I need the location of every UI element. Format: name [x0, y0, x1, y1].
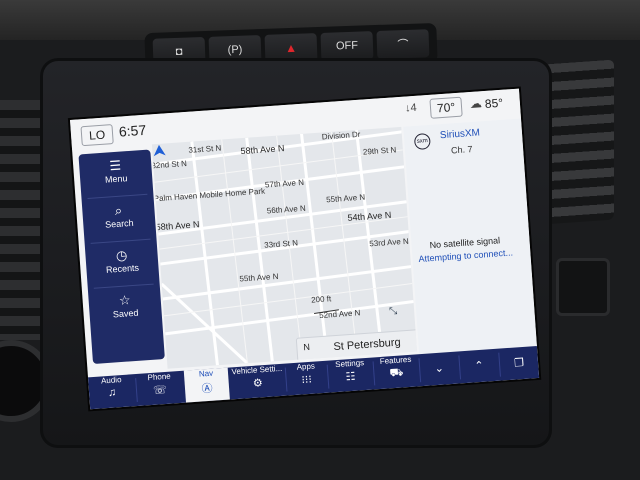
- infotainment-screen: LO 6:57 ↓4 70° ☁ 85° 31st St N 32nd St N…: [70, 88, 540, 410]
- weather-icon: ☁: [469, 96, 483, 112]
- chevron-up-button[interactable]: ⌃: [459, 349, 499, 384]
- navigation-map[interactable]: 31st St N 32nd St N 58th Ave N Division …: [151, 126, 417, 369]
- nav-phone[interactable]: Phone ☏: [136, 371, 184, 406]
- nav-icon: Ⓐ: [201, 382, 214, 396]
- recents-button[interactable]: ◷ Recents: [85, 239, 160, 288]
- phone-icon: ☏: [152, 383, 168, 397]
- traction-off-icon[interactable]: OFF: [320, 31, 374, 61]
- vehicle-settings-icon: ⚙: [252, 377, 264, 390]
- left-air-vent: [0, 100, 42, 340]
- features-icon: ⛟: [389, 366, 404, 380]
- current-city: St Petersburg: [333, 336, 402, 354]
- nav-apps[interactable]: Apps ⁝⁝⁝: [286, 361, 328, 396]
- channel-number: Ch. 7: [450, 144, 473, 156]
- right-air-vent: [544, 59, 614, 225]
- audio-panel[interactable]: sxm SiriusXM Ch. 7 No satellite signal A…: [403, 118, 538, 357]
- nav-settings[interactable]: Settings ☷: [327, 358, 373, 393]
- nav-audio[interactable]: Audio ♫: [88, 374, 136, 409]
- temp-setting-button[interactable]: 70°: [429, 96, 463, 119]
- search-button[interactable]: ⌕ Search: [82, 194, 157, 243]
- windows-button[interactable]: ❐: [499, 346, 539, 381]
- fullscreen-icon[interactable]: ⤡: [389, 306, 398, 318]
- chevron-down-icon: ⌄: [434, 362, 445, 376]
- apps-icon: ⁝⁝⁝: [301, 373, 313, 387]
- menu-button[interactable]: ☰ Menu: [78, 149, 153, 198]
- chevron-up-icon: ⌃: [474, 359, 485, 373]
- siriusxm-logo-icon: sxm: [413, 132, 431, 151]
- chevron-down-button[interactable]: ⌄: [419, 352, 459, 387]
- nav-features[interactable]: Features ⛟: [373, 354, 419, 389]
- no-signal-message: No satellite signal: [429, 235, 501, 251]
- windows-icon: ❐: [513, 356, 525, 370]
- settings-icon: ☷: [345, 370, 356, 384]
- vehicle-position-icon: [153, 144, 166, 157]
- saved-button[interactable]: ☆ Saved: [88, 284, 163, 333]
- nav-nav[interactable]: Nav Ⓐ: [183, 367, 230, 403]
- temp-lo-button[interactable]: LO: [80, 124, 114, 147]
- compass-icon[interactable]: N: [303, 342, 310, 352]
- outside-temp: 85°: [484, 95, 504, 112]
- map-side-menu: ☰ Menu ⌕ Search ◷ Recents ☆ Saved: [78, 149, 165, 364]
- hardware-panel-button: [556, 258, 610, 316]
- clock: 6:57: [118, 121, 147, 140]
- audio-icon: ♫: [107, 386, 117, 399]
- map-scale: 200 ft: [310, 294, 332, 305]
- signal-indicator: ↓4: [404, 101, 418, 115]
- station-name: SiriusXM: [439, 127, 481, 142]
- nav-vehicle-settings[interactable]: Vehicle Setti... ⚙: [230, 364, 286, 400]
- camera-icon[interactable]: ⌒: [376, 29, 430, 59]
